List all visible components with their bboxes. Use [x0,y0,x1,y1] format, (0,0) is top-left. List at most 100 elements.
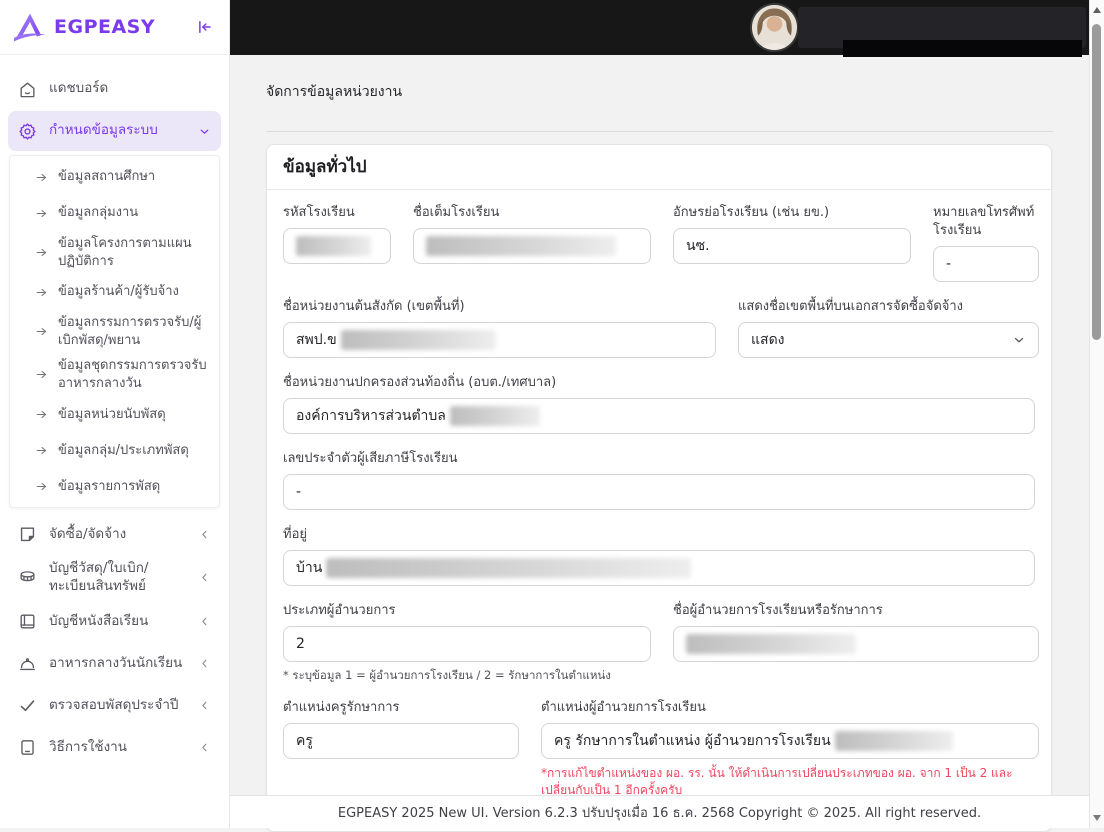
sidebar-item-label: แดชบอร์ด [49,80,109,97]
brand-name: EGPEASY [54,16,156,38]
sidebar-item-material-ledger[interactable]: บัญชีวัสดุ/ใบเบิก/ทะเบียนสินทรัพย์ [8,556,221,599]
home-icon [20,81,35,97]
address-input[interactable]: บ้าน [283,550,1035,586]
field-school-phone: หมายเลขโทรศัพท์โรงเรียน - [933,204,1039,282]
director-position-input[interactable]: ครู รักษาการในตำแหน่ง ผู้อำนวยการโรงเรีย… [541,723,1039,759]
arrow-right-icon [36,371,47,379]
field-school-abbr: อักษรย่อโรงเรียน (เช่น ยข.) นซ. [673,204,911,264]
field-label: เลขประจำตัวผู้เสียภาษีโรงเรียน [283,451,458,466]
director-name-input[interactable] [673,626,1039,662]
scrollbar-down-arrow[interactable] [1093,815,1101,821]
subitem-label: ข้อมูลกลุ่ม/ประเภทพัสดุ [58,442,189,458]
sidebar-collapse-button[interactable] [193,16,215,38]
field-label: ที่อยู่ [283,527,307,542]
card-title: ข้อมูลทั่วไป [267,145,1051,190]
input-value: - [296,484,302,500]
app-logo[interactable]: EGPEASY [12,12,185,43]
sidebar-subitem-workgroup[interactable]: ข้อมูลกลุ่มงาน [10,195,219,231]
field-label: หมายเลขโทรศัพท์โรงเรียน [933,205,1035,238]
school-full-name-input[interactable] [413,228,651,264]
footer: EGPEASY 2025 New UI. Version 6.2.3 ปรับป… [230,795,1089,828]
sidebar-subitem-lunch-inspectors[interactable]: ข้อมูลชุดกรรมการตรวจรับอาหารกลางวัน [10,353,219,396]
sidebar-subitem-inspectors[interactable]: ข้อมูลกรรมการตรวจรับ/ผู้เบิกพัสดุ/พยาน [10,310,219,353]
sidebar-item-student-lunch[interactable]: อาหารกลางวันนักเรียน [8,643,221,683]
logo-icon [12,12,48,43]
sidebar-item-system-data[interactable]: กำหนดข้อมูลระบบ [8,111,221,151]
field-label: ตำแหน่งผู้อำนวยการโรงเรียน [541,700,706,715]
subitem-label: ข้อมูลกลุ่มงาน [58,205,139,221]
sidebar-subitem-project-plan[interactable]: ข้อมูลโครงการตามแผนปฏิบัติการ [10,231,219,274]
tax-id-input[interactable]: - [283,474,1035,510]
input-value: องค์การบริหารส่วนตำบล [296,408,446,424]
sidebar-item-annual-inventory-check[interactable]: ตรวจสอบพัสดุประจำปี [8,685,221,725]
arrow-right-icon [36,328,47,336]
sidebar-subitem-material-items[interactable]: ข้อมูลรายการพัสดุ [10,468,219,504]
form-row-3: ชื่อหน่วยงานปกครองส่วนท้องถิ่น (อบต./เทศ… [283,374,1035,434]
arrow-right-icon [36,482,47,490]
form-row-1: รหัสโรงเรียน ชื่อเต็มโรงเรียน อักษรย่อโร… [283,204,1039,282]
gear-icon [19,122,36,140]
field-director-position: ตำแหน่งผู้อำนวยการโรงเรียน ครู รักษาการใ… [541,699,1039,799]
show-area-select[interactable]: แสดง [738,322,1039,358]
school-phone-input[interactable]: - [933,246,1039,282]
input-value: - [946,256,952,272]
sidebar-item-procurement[interactable]: จัดซื้อ/จัดจ้าง [8,514,221,554]
user-avatar[interactable] [752,5,797,50]
sidebar-item-user-guide[interactable]: วิธีการใช้งาน [8,727,221,767]
card-body: รหัสโรงเรียน ชื่อเต็มโรงเรียน อักษรย่อโร… [267,190,1051,831]
arrow-right-icon [36,446,47,454]
select-value: แสดง [751,332,785,348]
field-show-area: แสดงชื่อเขตพื้นที่บนเอกสารจัดซื้อจัดจ้าง… [738,298,1039,358]
form-row-5: ที่อยู่ บ้าน [283,526,1035,586]
field-label: ประเภทผู้อำนวยการ [283,603,396,618]
vertical-scrollbar[interactable] [1089,0,1104,828]
field-label: ชื่อหน่วยงานปกครองส่วนท้องถิ่น (อบต./เทศ… [283,375,557,390]
sidebar-subitem-vendors[interactable]: ข้อมูลร้านค้า/ผู้รับจ้าง [10,274,219,310]
field-school-code: รหัสโรงเรียน [283,204,391,264]
acting-teacher-position-input[interactable]: ครู [283,723,519,759]
chevron-down-icon [1014,337,1024,343]
main-content: จัดการข้อมูลหน่วยงาน ข้อมูลทั่วไป รหัสโร… [230,55,1089,832]
sidebar-item-label: กำหนดข้อมูลระบบ [49,122,158,139]
redacted-value [834,731,953,751]
school-code-input[interactable] [283,228,391,264]
sidebar-item-textbooks[interactable]: บัญชีหนังสือเรียน [8,601,221,641]
page-title: จัดการข้อมูลหน่วยงาน [266,84,403,100]
school-abbr-input[interactable]: นซ. [673,228,911,264]
input-value: นซ. [686,238,710,254]
subitem-label: ข้อมูลสถานศึกษา [58,169,156,185]
sidebar-item-label: บัญชีวัสดุ/ใบเบิก/ทะเบียนสินทรัพย์ [49,560,149,594]
sidebar-subitem-school-info[interactable]: ข้อมูลสถานศึกษา [10,159,219,195]
sidebar-item-dashboard[interactable]: แดชบอร์ด [8,69,221,109]
input-value: ครู [296,733,313,749]
sidebar-subitem-material-groups[interactable]: ข้อมูลกลุ่ม/ประเภทพัสดุ [10,432,219,468]
sidebar-item-label: จัดซื้อ/จัดจ้าง [49,525,127,542]
arrow-right-icon [36,209,47,217]
field-label: รหัสโรงเรียน [283,205,355,220]
chevron-left-icon [202,659,207,668]
parent-agency-input[interactable]: สพป.ข [283,322,716,358]
sidebar-subitem-units[interactable]: ข้อมูลหน่วยนับพัสดุ [10,396,219,432]
book-icon [20,614,35,629]
sidebar: EGPEASY แดชบอร์ด กำหนดข้อมูลระบบ ข้อมูลส… [0,0,230,828]
local-gov-input[interactable]: องค์การบริหารส่วนตำบล [283,398,1035,434]
chevron-left-icon [202,617,207,626]
form-row-2: ชื่อหน่วยงานต้นสังกัด (เขตพื้นที่) สพป.ข… [283,298,1039,358]
redacted-value [449,406,540,426]
field-label: แสดงชื่อเขตพื้นที่บนเอกสารจัดซื้อจัดจ้าง [738,299,964,314]
chevron-left-icon [202,701,207,710]
field-label: ชื่อหน่วยงานต้นสังกัด (เขตพื้นที่) [283,299,465,314]
avatar-image [752,5,797,50]
chevron-down-icon [200,129,209,134]
director-type-input[interactable]: 2 [283,626,651,662]
scrollbar-up-arrow[interactable] [1093,7,1101,13]
sidebar-item-label: บัญชีหนังสือเรียน [49,612,149,629]
input-value: สพป.ข [296,332,337,348]
field-local-gov: ชื่อหน่วยงานปกครองส่วนท้องถิ่น (อบต./เทศ… [283,374,1035,434]
topbar [230,0,1089,57]
scrollbar-thumb[interactable] [1092,24,1101,340]
chevron-left-icon [202,573,207,582]
redacted-value [426,236,616,256]
sidebar-item-label: อาหารกลางวันนักเรียน [49,654,183,671]
field-label: ชื่อเต็มโรงเรียน [413,205,500,220]
